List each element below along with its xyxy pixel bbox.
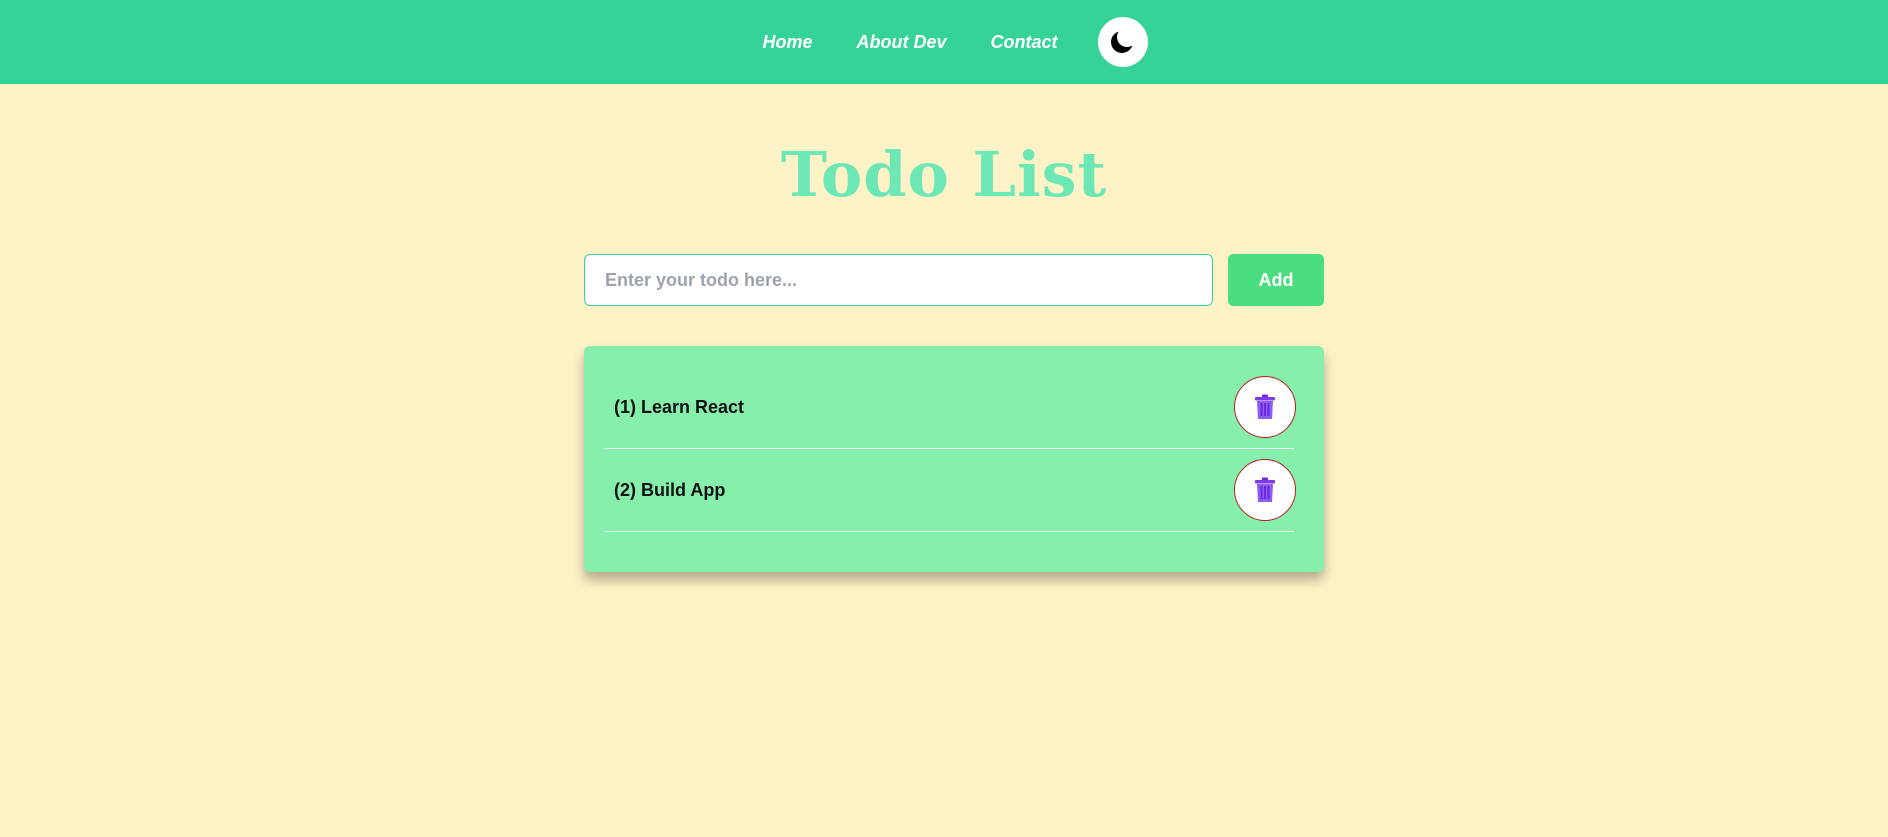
nav-link-contact[interactable]: Contact <box>991 32 1058 53</box>
page-title: Todo List <box>780 138 1108 211</box>
nav-link-home[interactable]: Home <box>762 32 812 53</box>
todo-item: (1) Learn React <box>604 366 1296 449</box>
moon-icon <box>1110 27 1137 53</box>
todo-text: (2) Build App <box>614 479 726 500</box>
todo-item: (2) Build App <box>604 449 1296 532</box>
todo-input[interactable] <box>584 254 1213 306</box>
theme-toggle-button[interactable] <box>1097 17 1148 67</box>
trash-icon <box>1255 477 1275 502</box>
delete-button[interactable] <box>1234 459 1296 521</box>
delete-button[interactable] <box>1234 376 1296 438</box>
add-button[interactable]: Add <box>1228 254 1324 306</box>
navbar: Home About Dev Contact <box>0 0 1888 84</box>
todo-text: (1) Learn React <box>614 396 745 417</box>
nav-link-about-dev[interactable]: About Dev <box>857 32 947 53</box>
nav-links: Home About Dev Contact <box>0 0 1888 84</box>
todo-list: (1) Learn React (2) Build App <box>584 346 1324 572</box>
trash-icon <box>1255 394 1275 419</box>
